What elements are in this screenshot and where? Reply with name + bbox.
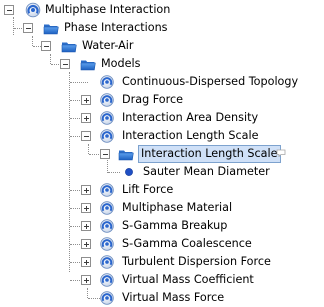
- model-node-icon: [99, 236, 115, 252]
- simulation-tree: Multiphase Interaction Phase Interaction…: [0, 0, 324, 305]
- tree-node-continuous-dispersed-topology[interactable]: Continuous-Dispersed Topology: [0, 73, 324, 91]
- expand-toggle[interactable]: [81, 113, 91, 123]
- expand-toggle[interactable]: [81, 185, 91, 195]
- model-node-icon: [99, 290, 115, 306]
- model-node-icon: [99, 182, 115, 198]
- tree-node-label: Multiphase Material: [122, 201, 233, 214]
- tree-node-label-selected: Interaction Length Scale: [138, 145, 281, 163]
- model-node-icon: [99, 218, 115, 234]
- tree-node-sauter-mean-diameter[interactable]: Sauter Mean Diameter: [0, 163, 324, 181]
- model-node-icon: [99, 92, 115, 108]
- collapse-toggle[interactable]: [100, 149, 110, 159]
- tree-node-label: Interaction Length Scale: [122, 129, 259, 142]
- folder-open-icon: [61, 38, 77, 54]
- collapse-toggle[interactable]: [4, 5, 14, 15]
- bullet-icon: [125, 168, 133, 176]
- tree-node-label: Multiphase Interaction: [45, 3, 171, 16]
- tree-node-label: Drag Force: [122, 93, 183, 106]
- tree-node-label: Models: [101, 57, 141, 70]
- tree-node-water-air[interactable]: Water-Air: [0, 37, 324, 55]
- tree-node-label: Continuous-Dispersed Topology: [122, 75, 299, 88]
- tree-node-label: S-Gamma Breakup: [122, 219, 228, 232]
- folder-open-icon: [80, 56, 96, 72]
- model-node-icon: [99, 74, 115, 90]
- tree-node-label: Interaction Area Density: [122, 111, 259, 124]
- multiphase-interaction-icon: [25, 2, 41, 18]
- model-node-icon: [99, 200, 115, 216]
- model-node-icon: [99, 128, 115, 144]
- tree-node-virtual-mass-force[interactable]: Virtual Mass Force: [0, 289, 324, 307]
- tree-node-virtual-mass-coefficient[interactable]: Virtual Mass Coefficient: [0, 271, 324, 289]
- collapse-toggle[interactable]: [41, 41, 51, 51]
- model-node-icon: [99, 110, 115, 126]
- comment-icon: [276, 149, 286, 157]
- collapse-toggle[interactable]: [81, 131, 91, 141]
- tree-node-s-gamma-breakup[interactable]: S-Gamma Breakup: [0, 217, 324, 235]
- expand-toggle[interactable]: [81, 239, 91, 249]
- tree-node-interaction-length-scale-folder[interactable]: Interaction Length Scale: [0, 145, 324, 163]
- tree-node-lift-force[interactable]: Lift Force: [0, 181, 324, 199]
- folder-open-icon: [118, 146, 134, 162]
- tree-node-s-gamma-coalescence[interactable]: S-Gamma Coalescence: [0, 235, 324, 253]
- expand-toggle[interactable]: [81, 257, 91, 267]
- expand-toggle[interactable]: [81, 221, 91, 231]
- model-node-icon: [99, 254, 115, 270]
- expand-toggle[interactable]: [81, 275, 91, 285]
- model-node-icon: [99, 272, 115, 288]
- collapse-toggle[interactable]: [23, 23, 33, 33]
- expand-toggle[interactable]: [81, 95, 91, 105]
- folder-open-icon: [43, 20, 59, 36]
- tree-node-label: Lift Force: [122, 183, 174, 196]
- tree-node-models[interactable]: Models: [0, 55, 324, 73]
- tree-node-phase-interactions[interactable]: Phase Interactions: [0, 19, 324, 37]
- tree-node-label: Virtual Mass Coefficient: [122, 273, 254, 286]
- tree-node-label: S-Gamma Coalescence: [122, 237, 252, 250]
- collapse-toggle[interactable]: [60, 59, 70, 69]
- tree-node-multiphase-interaction[interactable]: Multiphase Interaction: [0, 1, 324, 19]
- tree-node-label: Virtual Mass Force: [122, 291, 225, 304]
- tree-node-label: Turbulent Dispersion Force: [122, 255, 271, 268]
- tree-node-turbulent-dispersion-force[interactable]: Turbulent Dispersion Force: [0, 253, 324, 271]
- tree-node-label: Sauter Mean Diameter: [143, 165, 270, 178]
- tree-node-label: Water-Air: [82, 39, 134, 52]
- expand-toggle[interactable]: [81, 203, 91, 213]
- tree-node-interaction-length-scale[interactable]: Interaction Length Scale: [0, 127, 324, 145]
- tree-node-drag-force[interactable]: Drag Force: [0, 91, 324, 109]
- tree-node-interaction-area-density[interactable]: Interaction Area Density: [0, 109, 324, 127]
- tree-node-multiphase-material[interactable]: Multiphase Material: [0, 199, 324, 217]
- tree-node-label: Phase Interactions: [64, 21, 168, 34]
